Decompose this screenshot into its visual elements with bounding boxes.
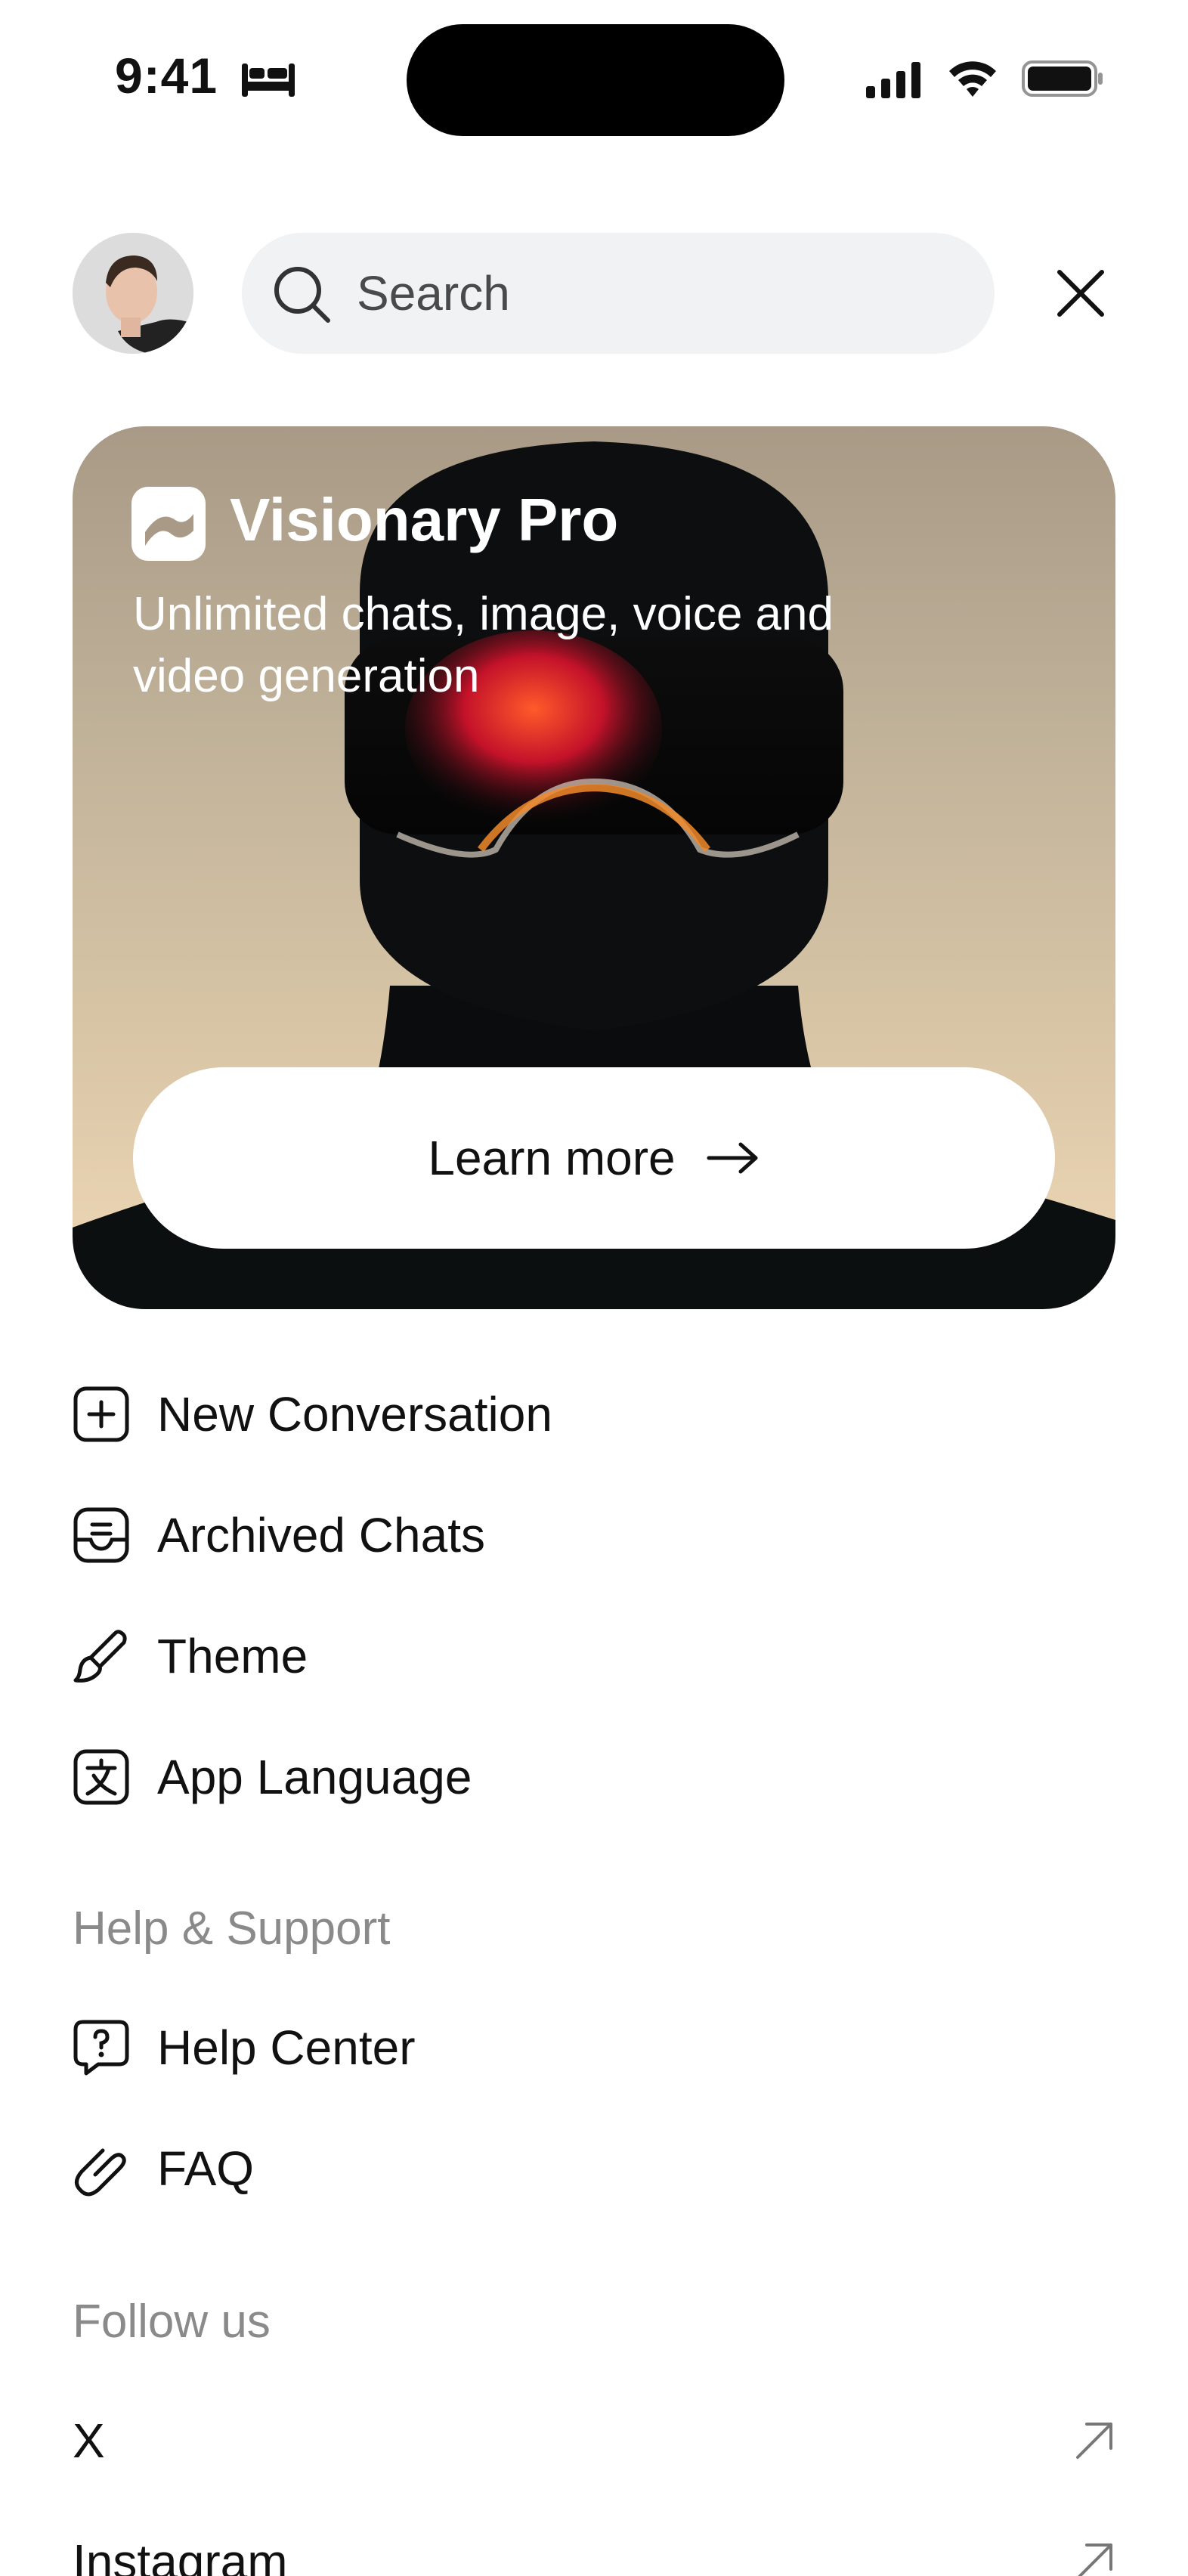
pro-promo-card[interactable]: Visionary Pro Unlimited chats, image, vo… [73,426,1115,1309]
learn-more-label: Learn more [428,1131,676,1185]
follow-item-instagram[interactable]: Instagram [73,2520,1115,2576]
search-icon [274,267,330,323]
cellular-signal-icon [866,62,920,98]
bed-icon [242,63,295,97]
menu-item-archived-chats[interactable]: Archived Chats [73,1494,1115,1577]
menu-item-faq[interactable]: FAQ [73,2127,1115,2210]
wifi-icon [949,61,996,97]
visionary-logo-icon [131,487,206,561]
menu-item-label: FAQ [157,2141,255,2196]
battery-icon [1022,60,1103,97]
search-input[interactable] [357,233,961,354]
avatar[interactable] [73,233,193,354]
search-bar[interactable] [242,233,995,354]
status-bar: 9:41 [0,0,1188,151]
menu-item-label: Help Center [157,2020,416,2075]
close-icon[interactable] [1052,265,1109,322]
follow-item-label: Instagram [73,2534,288,2576]
help-bubble-icon [73,2020,129,2076]
menu-item-new-conversation[interactable]: New Conversation [73,1373,1115,1456]
menu-item-label: App Language [157,1750,472,1804]
menu-item-label: New Conversation [157,1387,552,1441]
learn-more-button[interactable]: Learn more [133,1067,1055,1249]
external-arrow-icon [1076,2423,1112,2459]
follow-item-x[interactable]: X [73,2399,1115,2482]
follow-item-label: X [73,2413,105,2468]
faq-icon [75,2148,126,2197]
language-icon [73,1749,129,1805]
promo-title: Visionary Pro [230,486,619,553]
plus-square-icon [73,1386,129,1442]
menu-item-label: Archived Chats [157,1508,485,1562]
menu-item-label: Theme [157,1629,308,1683]
help-section-title: Help & Support [73,1903,391,1955]
promo-subtitle: Unlimited chats, image, voice and video … [133,588,834,702]
follow-section-title: Follow us [73,2296,271,2348]
brush-icon [73,1630,127,1683]
external-arrow-icon [1078,2543,1112,2576]
menu-item-theme[interactable]: Theme [73,1615,1115,1698]
menu-item-help-center[interactable]: Help Center [73,2006,1115,2089]
status-time: 9:41 [115,48,218,104]
arrow-right-icon [707,1142,758,1174]
archive-icon [73,1507,129,1563]
dynamic-island [407,24,784,136]
avatar-image [73,233,193,354]
menu-item-app-language[interactable]: App Language [73,1735,1115,1819]
